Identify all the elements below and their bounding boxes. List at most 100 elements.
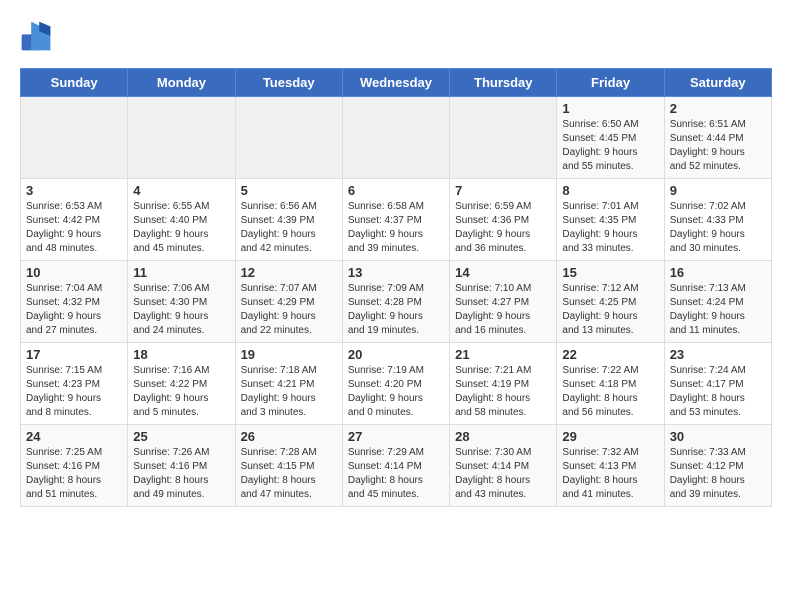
calendar-cell: 19Sunrise: 7:18 AM Sunset: 4:21 PM Dayli… xyxy=(235,343,342,425)
day-info: Sunrise: 7:15 AM Sunset: 4:23 PM Dayligh… xyxy=(26,364,122,420)
day-info: Sunrise: 6:58 AM Sunset: 4:37 PM Dayligh… xyxy=(348,200,444,256)
day-number: 24 xyxy=(26,429,122,444)
day-number: 4 xyxy=(133,183,229,198)
calendar-cell: 27 Sunrise: 7:29 AM Sunset: 4:14 PM Dayli… xyxy=(342,425,449,507)
calendar-cell: 15Sunrise: 7:12 AM Sunset: 4:25 PM Dayli… xyxy=(557,261,664,343)
calendar-cell xyxy=(21,97,128,179)
day-info: Sunrise: 7:30 AM Sunset: 4:14 PM Dayligh… xyxy=(455,446,551,502)
logo-icon xyxy=(20,20,52,52)
calendar-cell: 17 Sunrise: 7:15 AM Sunset: 4:23 PM Dayli… xyxy=(21,343,128,425)
page-header xyxy=(20,20,772,52)
calendar-cell: 24 Sunrise: 7:25 AM Sunset: 4:16 PM Dayli… xyxy=(21,425,128,507)
day-number: 9 xyxy=(670,183,766,198)
day-number: 7 xyxy=(455,183,551,198)
calendar-cell: 12Sunrise: 7:07 AM Sunset: 4:29 PM Dayli… xyxy=(235,261,342,343)
day-info: Sunrise: 7:29 AM Sunset: 4:14 PM Dayligh… xyxy=(348,446,444,502)
calendar-cell: 22 Sunrise: 7:22 AM Sunset: 4:18 PM Dayli… xyxy=(557,343,664,425)
weekday-header: Friday xyxy=(557,69,664,97)
calendar-week-row: 1Sunrise: 6:50 AM Sunset: 4:45 PM Daylig… xyxy=(21,97,772,179)
calendar-cell: 13 Sunrise: 7:09 AM Sunset: 4:28 PM Dayli… xyxy=(342,261,449,343)
day-info: Sunrise: 7:26 AM Sunset: 4:16 PM Dayligh… xyxy=(133,446,229,502)
day-number: 20 xyxy=(348,347,444,362)
day-number: 8 xyxy=(562,183,658,198)
day-number: 25 xyxy=(133,429,229,444)
day-info: Sunrise: 7:21 AM Sunset: 4:19 PM Dayligh… xyxy=(455,364,551,420)
day-info: Sunrise: 7:33 AM Sunset: 4:12 PM Dayligh… xyxy=(670,446,766,502)
day-number: 19 xyxy=(241,347,337,362)
calendar-week-row: 10Sunrise: 7:04 AM Sunset: 4:32 PM Dayli… xyxy=(21,261,772,343)
day-number: 15 xyxy=(562,265,658,280)
day-number: 28 xyxy=(455,429,551,444)
calendar-cell xyxy=(235,97,342,179)
calendar-cell: 9 Sunrise: 7:02 AM Sunset: 4:33 PM Daylig… xyxy=(664,179,771,261)
day-info: Sunrise: 6:55 AM Sunset: 4:40 PM Dayligh… xyxy=(133,200,229,256)
day-info: Sunrise: 7:28 AM Sunset: 4:15 PM Dayligh… xyxy=(241,446,337,502)
calendar-cell: 20 Sunrise: 7:19 AM Sunset: 4:20 PM Dayli… xyxy=(342,343,449,425)
calendar-body: 1Sunrise: 6:50 AM Sunset: 4:45 PM Daylig… xyxy=(21,97,772,507)
weekday-header: Wednesday xyxy=(342,69,449,97)
day-number: 22 xyxy=(562,347,658,362)
calendar-cell: 29Sunrise: 7:32 AM Sunset: 4:13 PM Dayli… xyxy=(557,425,664,507)
calendar-week-row: 24 Sunrise: 7:25 AM Sunset: 4:16 PM Dayli… xyxy=(21,425,772,507)
day-number: 11 xyxy=(133,265,229,280)
day-info: Sunrise: 7:02 AM Sunset: 4:33 PM Dayligh… xyxy=(670,200,766,256)
calendar-cell: 16 Sunrise: 7:13 AM Sunset: 4:24 PM Dayli… xyxy=(664,261,771,343)
weekday-header: Tuesday xyxy=(235,69,342,97)
day-info: Sunrise: 7:24 AM Sunset: 4:17 PM Dayligh… xyxy=(670,364,766,420)
calendar-cell xyxy=(128,97,235,179)
calendar-week-row: 3Sunrise: 6:53 AM Sunset: 4:42 PM Daylig… xyxy=(21,179,772,261)
calendar-cell: 30 Sunrise: 7:33 AM Sunset: 4:12 PM Dayli… xyxy=(664,425,771,507)
day-info: Sunrise: 7:06 AM Sunset: 4:30 PM Dayligh… xyxy=(133,282,229,338)
calendar-cell: 18 Sunrise: 7:16 AM Sunset: 4:22 PM Dayli… xyxy=(128,343,235,425)
day-number: 13 xyxy=(348,265,444,280)
day-number: 18 xyxy=(133,347,229,362)
day-number: 16 xyxy=(670,265,766,280)
weekday-header: Thursday xyxy=(450,69,557,97)
calendar-cell: 14Sunrise: 7:10 AM Sunset: 4:27 PM Dayli… xyxy=(450,261,557,343)
calendar-table: SundayMondayTuesdayWednesdayThursdayFrid… xyxy=(20,68,772,507)
day-number: 12 xyxy=(241,265,337,280)
day-number: 17 xyxy=(26,347,122,362)
day-number: 6 xyxy=(348,183,444,198)
day-info: Sunrise: 7:09 AM Sunset: 4:28 PM Dayligh… xyxy=(348,282,444,338)
calendar-cell: 6 Sunrise: 6:58 AM Sunset: 4:37 PM Daylig… xyxy=(342,179,449,261)
day-number: 1 xyxy=(562,101,658,116)
page-container: SundayMondayTuesdayWednesdayThursdayFrid… xyxy=(0,0,792,517)
calendar-header: SundayMondayTuesdayWednesdayThursdayFrid… xyxy=(21,69,772,97)
day-info: Sunrise: 7:32 AM Sunset: 4:13 PM Dayligh… xyxy=(562,446,658,502)
day-number: 27 xyxy=(348,429,444,444)
calendar-cell xyxy=(342,97,449,179)
calendar-cell: 8Sunrise: 7:01 AM Sunset: 4:35 PM Daylig… xyxy=(557,179,664,261)
calendar-cell: 7 Sunrise: 6:59 AM Sunset: 4:36 PM Daylig… xyxy=(450,179,557,261)
day-info: Sunrise: 7:13 AM Sunset: 4:24 PM Dayligh… xyxy=(670,282,766,338)
day-info: Sunrise: 7:22 AM Sunset: 4:18 PM Dayligh… xyxy=(562,364,658,420)
day-info: Sunrise: 7:19 AM Sunset: 4:20 PM Dayligh… xyxy=(348,364,444,420)
weekday-header: Sunday xyxy=(21,69,128,97)
day-info: Sunrise: 7:10 AM Sunset: 4:27 PM Dayligh… xyxy=(455,282,551,338)
calendar-cell: 4 Sunrise: 6:55 AM Sunset: 4:40 PM Daylig… xyxy=(128,179,235,261)
day-number: 2 xyxy=(670,101,766,116)
logo xyxy=(20,20,56,52)
calendar-cell: 26Sunrise: 7:28 AM Sunset: 4:15 PM Dayli… xyxy=(235,425,342,507)
day-info: Sunrise: 6:59 AM Sunset: 4:36 PM Dayligh… xyxy=(455,200,551,256)
day-info: Sunrise: 6:56 AM Sunset: 4:39 PM Dayligh… xyxy=(241,200,337,256)
calendar-cell: 1Sunrise: 6:50 AM Sunset: 4:45 PM Daylig… xyxy=(557,97,664,179)
day-number: 30 xyxy=(670,429,766,444)
calendar-cell: 11 Sunrise: 7:06 AM Sunset: 4:30 PM Dayli… xyxy=(128,261,235,343)
calendar-cell: 5 Sunrise: 6:56 AM Sunset: 4:39 PM Daylig… xyxy=(235,179,342,261)
calendar-week-row: 17 Sunrise: 7:15 AM Sunset: 4:23 PM Dayli… xyxy=(21,343,772,425)
day-info: Sunrise: 7:04 AM Sunset: 4:32 PM Dayligh… xyxy=(26,282,122,338)
weekday-header: Monday xyxy=(128,69,235,97)
calendar-cell: 23Sunrise: 7:24 AM Sunset: 4:17 PM Dayli… xyxy=(664,343,771,425)
day-number: 5 xyxy=(241,183,337,198)
calendar-cell: 25 Sunrise: 7:26 AM Sunset: 4:16 PM Dayli… xyxy=(128,425,235,507)
day-info: Sunrise: 6:53 AM Sunset: 4:42 PM Dayligh… xyxy=(26,200,122,256)
calendar-cell: 10Sunrise: 7:04 AM Sunset: 4:32 PM Dayli… xyxy=(21,261,128,343)
calendar-cell xyxy=(450,97,557,179)
calendar-cell: 3Sunrise: 6:53 AM Sunset: 4:42 PM Daylig… xyxy=(21,179,128,261)
day-info: Sunrise: 7:16 AM Sunset: 4:22 PM Dayligh… xyxy=(133,364,229,420)
calendar-cell: 28 Sunrise: 7:30 AM Sunset: 4:14 PM Dayli… xyxy=(450,425,557,507)
day-info: Sunrise: 7:25 AM Sunset: 4:16 PM Dayligh… xyxy=(26,446,122,502)
day-number: 21 xyxy=(455,347,551,362)
calendar-cell: 21 Sunrise: 7:21 AM Sunset: 4:19 PM Dayli… xyxy=(450,343,557,425)
